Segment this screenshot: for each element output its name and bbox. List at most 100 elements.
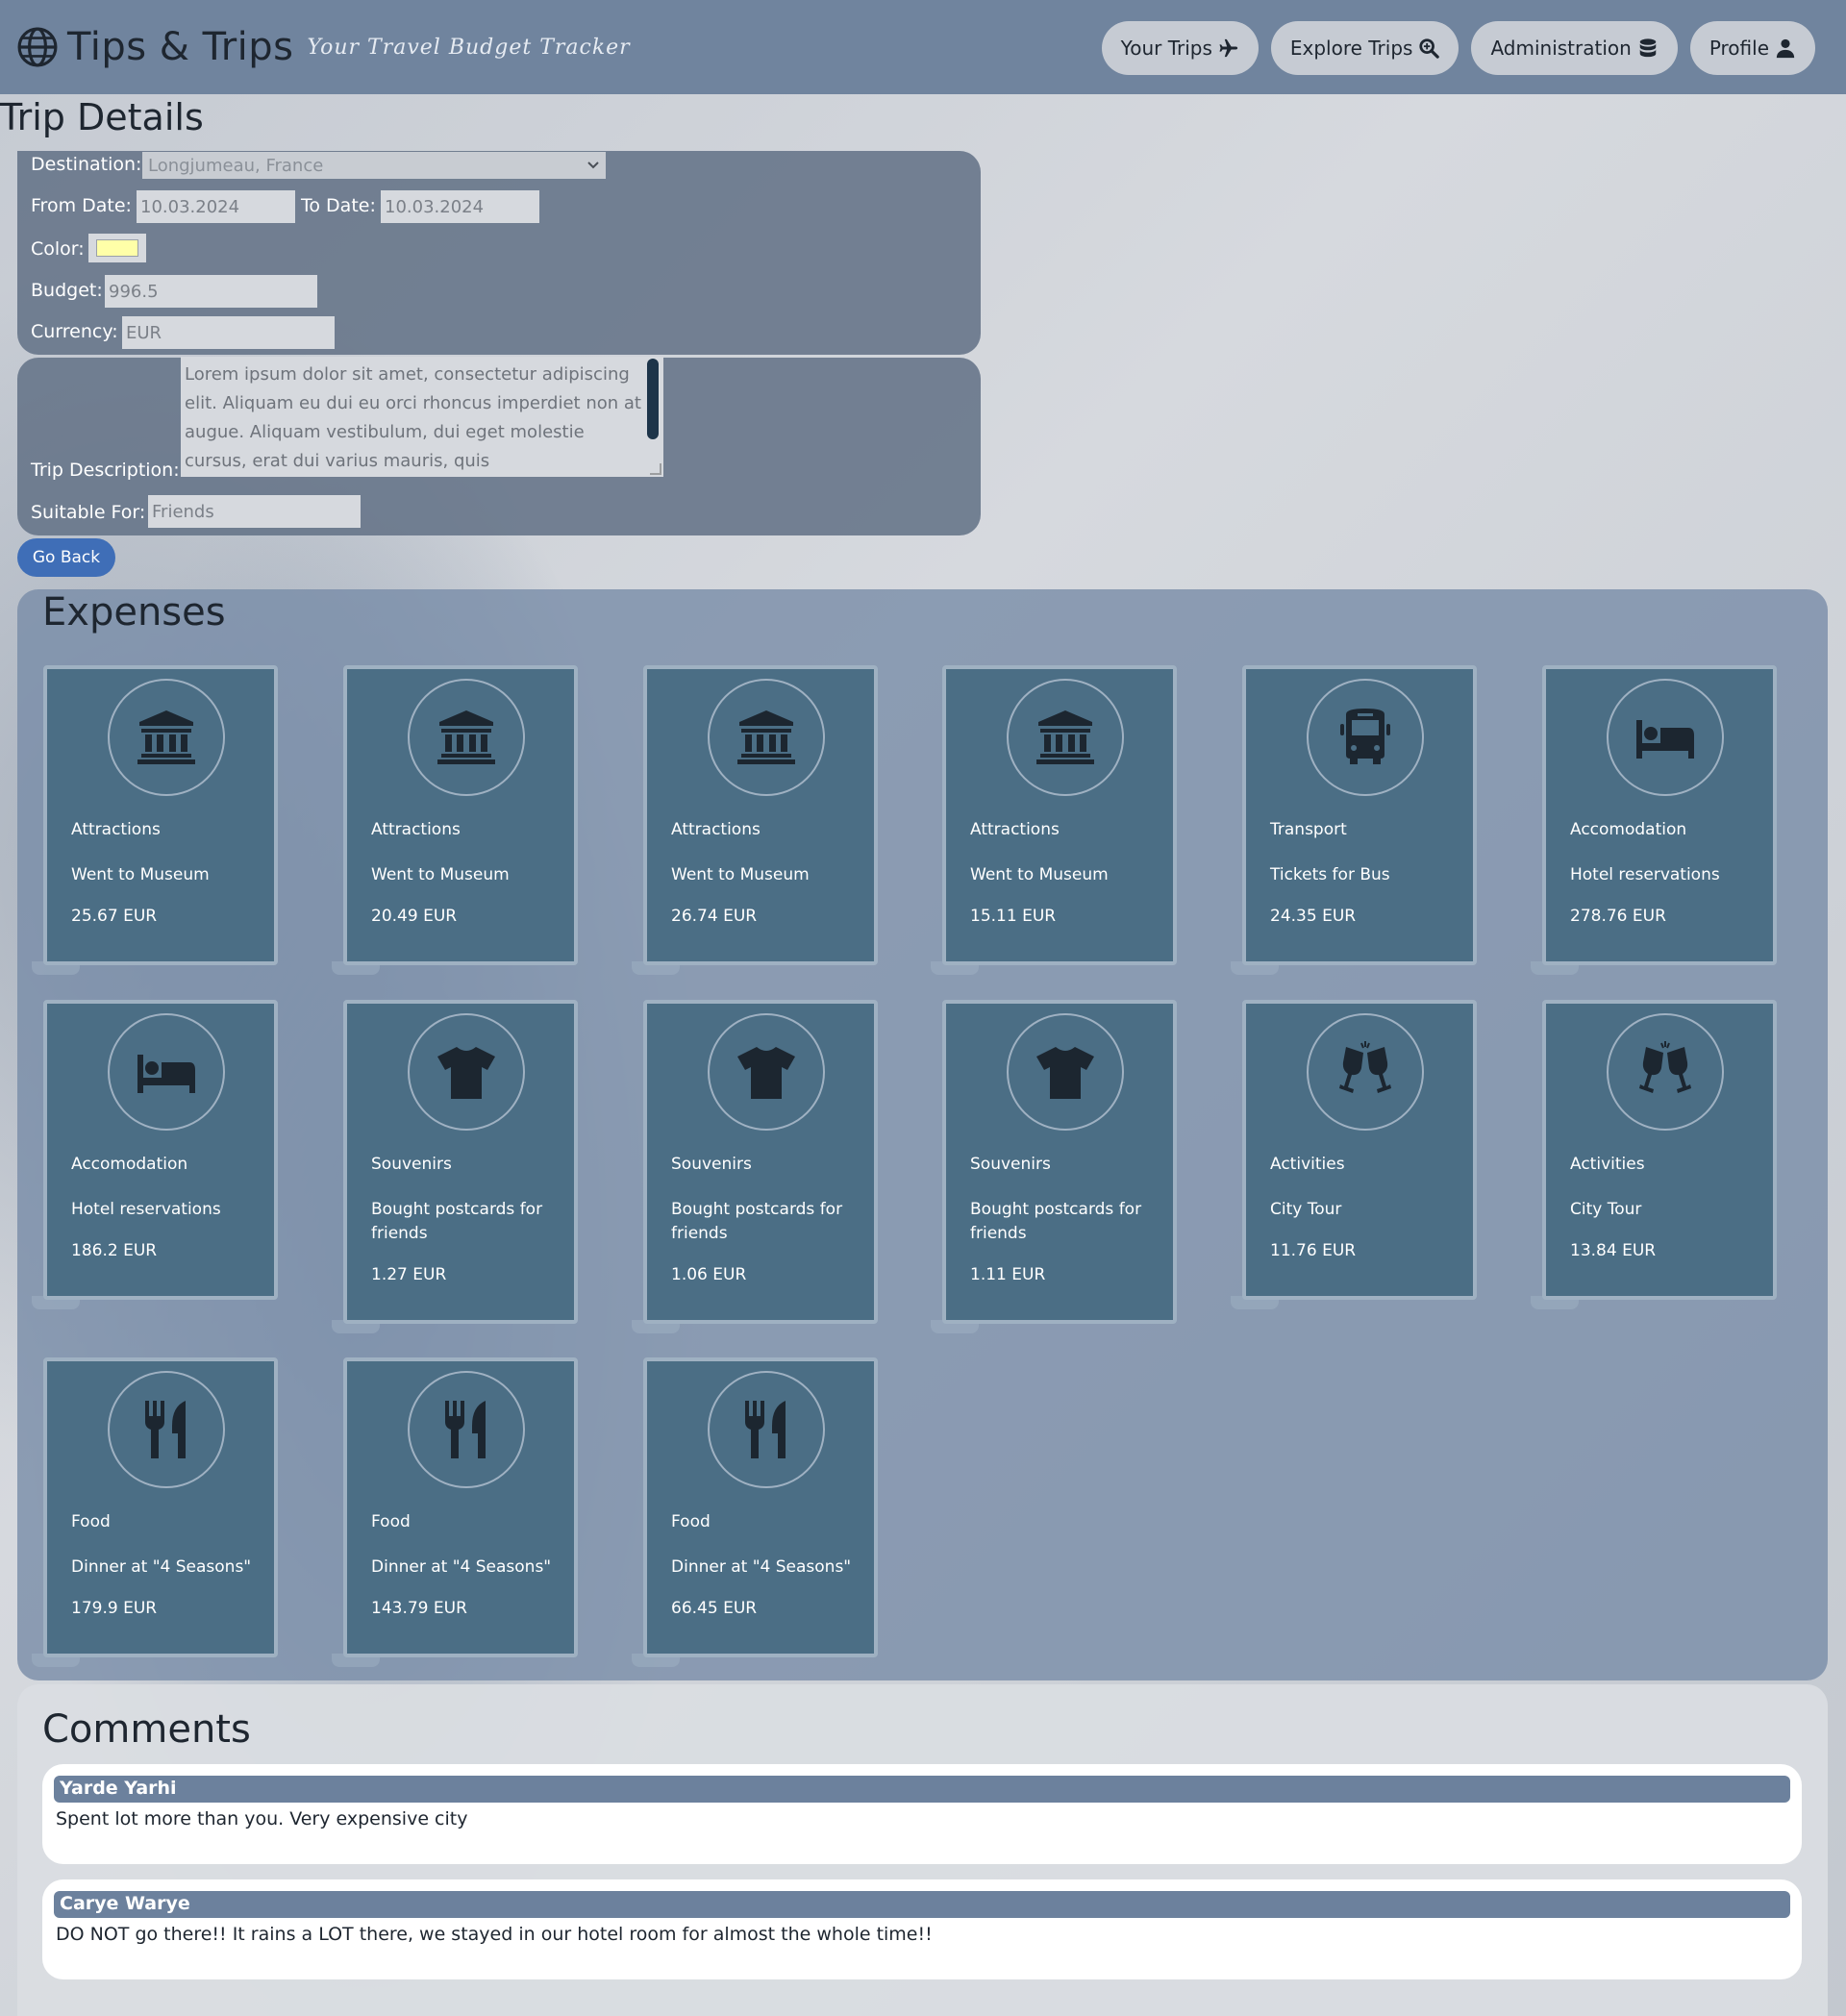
museum-icon: [1007, 679, 1124, 796]
expense-description: Bought postcards for friends: [371, 1200, 543, 1243]
comment-text: Spent lot more than you. Very expensive …: [56, 1808, 468, 1829]
destination-select[interactable]: Longjumeau, France: [142, 152, 606, 179]
tshirt-icon: [1007, 1013, 1124, 1131]
currency-input[interactable]: [122, 316, 335, 349]
bed-icon: [108, 1013, 225, 1131]
expense-card[interactable]: Accomodation Hotel reservations 278.76 EUR: [1542, 665, 1777, 965]
nav-profile-button[interactable]: Profile: [1689, 21, 1815, 75]
from-date-input[interactable]: [137, 190, 295, 223]
suitable-for-input[interactable]: [148, 495, 361, 528]
brand[interactable]: Tips & Trips Your Travel Budget Tracker: [17, 25, 631, 69]
expense-description: Tickets for Bus: [1270, 865, 1390, 884]
museum-icon: [408, 679, 525, 796]
expense-category: Activities: [1270, 1155, 1345, 1174]
expense-category: Souvenirs: [671, 1155, 752, 1174]
nav-your-trips-button[interactable]: Your Trips: [1101, 21, 1259, 75]
resize-handle[interactable]: [650, 463, 661, 475]
comment-text: DO NOT go there!! It rains a LOT there, …: [56, 1924, 933, 1945]
database-icon: [1639, 38, 1657, 58]
expense-amount: 1.06 EUR: [671, 1265, 747, 1284]
expense-description: Went to Museum: [371, 865, 510, 884]
expense-card[interactable]: Accomodation Hotel reservations 186.2 EUR: [43, 1000, 278, 1300]
expense-card[interactable]: Food Dinner at "4 Seasons" 179.9 EUR: [43, 1357, 278, 1657]
nav-buttons: Your Trips Explore Trips Administration …: [1101, 21, 1815, 75]
go-back-button[interactable]: Go Back: [17, 538, 115, 577]
expense-description: Bought postcards for friends: [671, 1200, 843, 1243]
museum-icon: [708, 679, 825, 796]
trip-description-label: Trip Description:: [31, 460, 180, 481]
expense-amount: 20.49 EUR: [371, 907, 458, 926]
color-swatch: [96, 239, 138, 257]
expense-description: Hotel reservations: [1570, 865, 1720, 884]
expense-category: Attractions: [371, 820, 461, 839]
expense-description: Dinner at "4 Seasons": [71, 1557, 252, 1577]
expense-amount: 24.35 EUR: [1270, 907, 1357, 926]
expense-card[interactable]: Attractions Went to Museum 20.49 EUR: [343, 665, 578, 965]
tshirt-icon: [708, 1013, 825, 1131]
destination-label: Destination:: [31, 154, 142, 175]
expense-amount: 25.67 EUR: [71, 907, 158, 926]
to-date-label: To Date:: [301, 195, 376, 216]
museum-icon: [108, 679, 225, 796]
expense-amount: 278.76 EUR: [1570, 907, 1666, 926]
expense-amount: 11.76 EUR: [1270, 1241, 1357, 1260]
utensils-icon: [108, 1371, 225, 1488]
expense-card[interactable]: Attractions Went to Museum 15.11 EUR: [942, 665, 1177, 965]
nav-profile-label: Profile: [1709, 37, 1769, 60]
expense-amount: 15.11 EUR: [970, 907, 1057, 926]
expense-card[interactable]: Attractions Went to Museum 25.67 EUR: [43, 665, 278, 965]
expense-amount: 1.11 EUR: [970, 1265, 1046, 1284]
budget-input[interactable]: [105, 275, 317, 308]
nav-explore-trips-button[interactable]: Explore Trips: [1270, 21, 1459, 75]
nav-your-trips-label: Your Trips: [1120, 37, 1212, 60]
expense-category: Attractions: [71, 820, 161, 839]
from-date-label: From Date:: [31, 195, 132, 216]
expense-card[interactable]: Activities City Tour 11.76 EUR: [1242, 1000, 1477, 1300]
expense-description: Dinner at "4 Seasons": [371, 1557, 552, 1577]
trip-description-textarea[interactable]: Lorem ipsum dolor sit amet, consectetur …: [181, 357, 663, 477]
color-label: Color:: [31, 238, 85, 260]
expense-card[interactable]: Transport Tickets for Bus 24.35 EUR: [1242, 665, 1477, 965]
expense-category: Food: [71, 1512, 111, 1531]
utensils-icon: [708, 1371, 825, 1488]
color-picker[interactable]: [88, 234, 146, 262]
expense-card[interactable]: Souvenirs Bought postcards for friends 1.1…: [942, 1000, 1177, 1324]
expense-description: Dinner at "4 Seasons": [671, 1557, 852, 1577]
to-date-input[interactable]: [381, 190, 539, 223]
comments-title: Comments: [42, 1707, 251, 1752]
expense-description: Went to Museum: [970, 865, 1109, 884]
nav-administration-button[interactable]: Administration: [1471, 21, 1678, 75]
expense-description: Bought postcards for friends: [970, 1200, 1142, 1243]
comment-card: Carye Warye DO NOT go there!! It rains a…: [42, 1879, 1802, 1979]
tshirt-icon: [408, 1013, 525, 1131]
expense-card[interactable]: Activities City Tour 13.84 EUR: [1542, 1000, 1777, 1300]
expense-category: Accomodation: [71, 1155, 188, 1174]
expense-category: Attractions: [970, 820, 1060, 839]
page-title: Trip Details: [0, 96, 204, 138]
expenses-title: Expenses: [42, 590, 226, 635]
expense-category: Food: [371, 1512, 411, 1531]
destination-value: Longjumeau, France: [148, 155, 324, 176]
glasses-cheers-icon: [1307, 1013, 1424, 1131]
comment-card: Yarde Yarhi Spent lot more than you. Ver…: [42, 1764, 1802, 1864]
description-scrollbar[interactable]: [647, 359, 659, 439]
expense-description: Hotel reservations: [71, 1200, 221, 1219]
expense-card[interactable]: Attractions Went to Museum 26.74 EUR: [643, 665, 878, 965]
expense-amount: 66.45 EUR: [671, 1599, 758, 1618]
expense-category: Souvenirs: [970, 1155, 1051, 1174]
expense-category: Food: [671, 1512, 711, 1531]
expense-category: Transport: [1270, 820, 1347, 839]
expense-card[interactable]: Souvenirs Bought postcards for friends 1.2…: [343, 1000, 578, 1324]
comment-author: Yarde Yarhi: [54, 1776, 1790, 1803]
nav-explore-trips-label: Explore Trips: [1289, 37, 1413, 60]
expense-description: Went to Museum: [671, 865, 810, 884]
nav-administration-label: Administration: [1490, 37, 1632, 60]
expense-amount: 26.74 EUR: [671, 907, 758, 926]
navbar: Tips & Trips Your Travel Budget Tracker …: [0, 0, 1846, 94]
expense-card[interactable]: Food Dinner at "4 Seasons" 66.45 EUR: [643, 1357, 878, 1657]
budget-label: Budget:: [31, 280, 103, 301]
expense-card[interactable]: Souvenirs Bought postcards for friends 1.0…: [643, 1000, 878, 1324]
chevron-down-icon: [587, 162, 599, 169]
search-icon: [1419, 38, 1440, 59]
expense-card[interactable]: Food Dinner at "4 Seasons" 143.79 EUR: [343, 1357, 578, 1657]
